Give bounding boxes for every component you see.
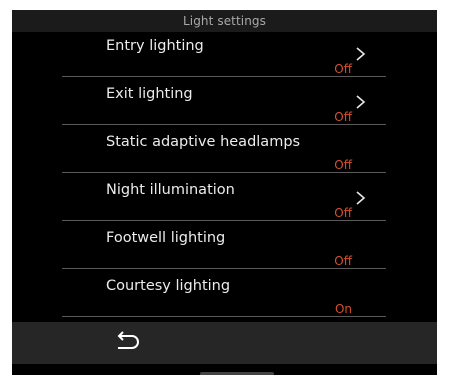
setting-label: Entry lighting xyxy=(106,38,204,54)
back-button[interactable] xyxy=(110,329,144,355)
setting-label: Night illumination xyxy=(106,182,235,198)
setting-row-static-adaptive-headlamps[interactable]: Static adaptive headlamps Off xyxy=(62,128,386,173)
setting-value: Off xyxy=(334,62,352,76)
setting-row-exit-lighting[interactable]: Exit lighting Off xyxy=(62,80,386,125)
bottom-toolbar xyxy=(12,322,437,364)
setting-row-night-illumination[interactable]: Night illumination Off xyxy=(62,176,386,221)
chevron-right-icon xyxy=(356,191,366,205)
setting-value: Off xyxy=(334,254,352,268)
setting-label: Exit lighting xyxy=(106,86,193,102)
setting-label: Footwell lighting xyxy=(106,230,226,246)
setting-label: Courtesy lighting xyxy=(106,278,231,294)
back-arrow-icon xyxy=(117,331,139,349)
chevron-right-icon xyxy=(356,95,366,109)
title-bar: Light settings xyxy=(12,10,437,32)
setting-value: On xyxy=(334,302,352,316)
infotainment-screen: Light settings Entry lighting Off Exit l… xyxy=(12,10,437,375)
home-indicator[interactable] xyxy=(200,372,274,375)
setting-value: Off xyxy=(334,110,352,124)
setting-row-footwell-lighting[interactable]: Footwell lighting Off xyxy=(62,224,386,269)
setting-row-entry-lighting[interactable]: Entry lighting Off xyxy=(62,32,386,77)
setting-value: Off xyxy=(334,158,352,172)
setting-value: Off xyxy=(334,206,352,220)
chevron-right-icon xyxy=(356,47,366,61)
setting-label: Static adaptive headlamps xyxy=(106,134,301,150)
setting-row-courtesy-lighting[interactable]: Courtesy lighting On xyxy=(62,272,386,317)
page-title: Light settings xyxy=(182,14,266,28)
